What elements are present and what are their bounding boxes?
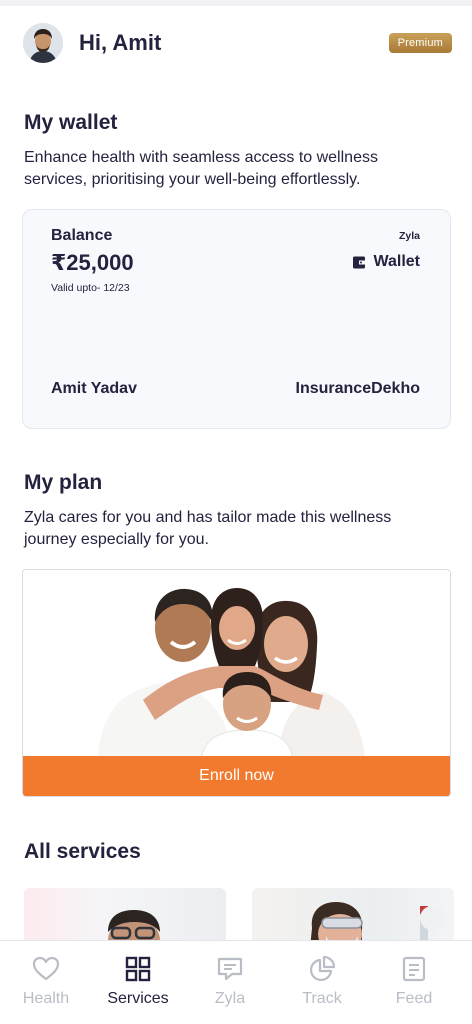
wallet-label-group: Wallet [353,253,420,271]
lab-technician-photo [310,902,444,948]
plan-card[interactable]: Enroll now [22,569,451,797]
plan-section-title: My plan [24,471,103,494]
nav-label-zyla: Zyla [214,990,246,1007]
nav-label-services: Services [107,990,169,1007]
services-section-title: All services [24,840,141,863]
chat-icon [217,957,243,981]
balance-amount: ₹25,000 [51,250,134,275]
avatar[interactable] [23,23,63,63]
card-brand: Zyla [398,230,420,242]
document-icon [402,956,426,982]
enroll-now-button[interactable]: Enroll now [23,756,450,796]
service-card-doctor[interactable] [24,888,226,948]
nav-label-track: Track [302,990,342,1007]
nav-item-track[interactable]: Track [276,941,368,1024]
wallet-section-title: My wallet [24,111,118,134]
doctor-photo [108,910,160,948]
service-card-lab-test[interactable] [252,888,454,948]
nav-label-health: Health [22,990,70,1007]
header: Hi, Amit Premium [23,22,452,64]
nav-item-health[interactable]: Health [0,941,92,1024]
wallet-card[interactable]: Balance ₹25,000 Valid upto- 12/23 Zyla W… [22,209,451,429]
heart-icon [32,956,60,981]
greeting-text: Hi, Amit [79,30,162,55]
grid-icon [125,956,151,982]
status-bar-strip [0,0,472,6]
family-illustration [23,570,450,759]
family-photo [23,570,450,759]
wallet-icon [353,256,366,268]
nav-label-feed: Feed [395,990,433,1007]
premium-badge[interactable]: Premium [388,33,452,53]
nav-item-zyla[interactable]: Zyla [184,941,276,1024]
valid-upto-text: Valid upto- 12/23 [51,282,130,294]
card-holder-name: Amit Yadav [51,380,137,397]
avatar-photo [23,23,63,63]
insurer-name: InsuranceDekho [295,380,420,397]
wallet-section-description: Enhance health with seamless access to w… [24,149,378,188]
wallet-label: Wallet [373,253,420,270]
plan-section-description: Zyla cares for you and has tailor made t… [24,509,392,548]
pie-chart-icon [309,955,336,982]
nav-item-feed[interactable]: Feed [368,941,460,1024]
bottom-navigation: Health Services Zyla Track Feed [0,940,472,1024]
nav-item-services[interactable]: Services [92,941,184,1024]
balance-label: Balance [51,227,113,244]
